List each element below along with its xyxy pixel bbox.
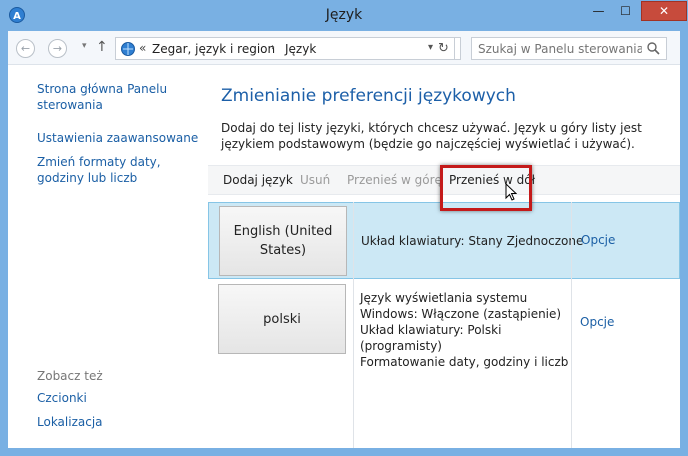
add-language-button[interactable]: Dodaj język — [223, 173, 293, 187]
column-divider — [571, 202, 572, 448]
address-bar[interactable]: « Zegar, język i region › Język ▾ — [115, 37, 461, 60]
window: A Język — ☐ ✕ ← → ▾ ↑ « Zegar, język i r… — [0, 0, 688, 456]
breadcrumb-language[interactable]: Język — [285, 42, 316, 56]
move-up-button[interactable]: Przenieś w górę — [347, 173, 442, 187]
sidebar-link-location[interactable]: Lokalizacja — [37, 414, 103, 430]
search-box — [471, 37, 667, 60]
language-tile-english[interactable]: English (United States) — [219, 206, 347, 276]
navigation-bar: ← → ▾ ↑ « Zegar, język i region › Język … — [8, 31, 680, 65]
remove-language-button[interactable]: Usuń — [300, 173, 330, 187]
forward-button[interactable]: → — [48, 39, 67, 58]
language-row-polish[interactable]: polski Język wyświetlania systemu Window… — [208, 281, 680, 369]
search-icon[interactable] — [647, 42, 660, 55]
control-panel-icon — [121, 42, 135, 56]
main-panel: Zmienianie preferencji językowych Dodaj … — [208, 65, 680, 448]
title-bar: A Język — ☐ ✕ — [0, 0, 688, 31]
options-link-english[interactable]: Opcje — [581, 233, 615, 247]
column-divider — [353, 202, 354, 448]
sidebar-link-fonts[interactable]: Czcionki — [37, 390, 87, 406]
see-also-heading: Zobacz też — [37, 369, 103, 383]
keyboard-layout-text: Układ klawiatury: Stany Zjednoczone — [361, 234, 584, 248]
recent-locations-dropdown-icon[interactable]: ▾ — [82, 41, 87, 51]
language-tile-polish[interactable]: polski — [218, 284, 346, 354]
sidebar-link-advanced-settings[interactable]: Ustawienia zaawansowane — [37, 130, 198, 146]
maximize-button[interactable]: ☐ — [612, 1, 639, 21]
sidebar: Strona główna Panelu sterowania Ustawien… — [8, 65, 208, 448]
search-input[interactable] — [472, 38, 642, 59]
breadcrumb-separator-icon[interactable]: › — [271, 42, 275, 53]
close-button[interactable]: ✕ — [641, 1, 687, 21]
minimize-button[interactable]: — — [585, 1, 612, 21]
language-row-english[interactable]: English (United States) Układ klawiatury… — [208, 202, 680, 279]
sidebar-link-control-panel-home[interactable]: Strona główna Panelu sterowania — [37, 81, 187, 113]
language-toolbar: Dodaj język Usuń Przenieś w górę Przenie… — [208, 165, 680, 195]
back-button[interactable]: ← — [16, 39, 35, 58]
move-down-button[interactable]: Przenieś w dół — [449, 173, 535, 187]
sidebar-link-change-formats[interactable]: Zmień formaty daty, godziny lub liczb — [37, 154, 202, 186]
page-description: Dodaj do tej listy języki, których chces… — [221, 121, 642, 151]
content-area: Strona główna Panelu sterowania Ustawien… — [8, 65, 680, 448]
language-info-polish: Język wyświetlania systemu Windows: Włąc… — [360, 290, 575, 370]
language-info-english: Układ klawiatury: Stany Zjednoczone — [361, 233, 583, 249]
formatting-text: Formatowanie daty, godziny i liczb — [360, 355, 569, 369]
keyboard-layout-text: Układ klawiatury: Polski (programisty) — [360, 323, 502, 353]
address-overflow-chevron[interactable]: « — [139, 41, 146, 55]
page-title: Zmienianie preferencji językowych — [221, 86, 516, 106]
options-link-polish[interactable]: Opcje — [580, 315, 614, 329]
breadcrumb-clock-language-region[interactable]: Zegar, język i region — [152, 42, 275, 56]
display-language-text: Język wyświetlania systemu Windows: Włąc… — [360, 291, 562, 321]
refresh-button[interactable]: ↻ — [433, 37, 455, 60]
up-button[interactable]: ↑ — [96, 39, 108, 55]
